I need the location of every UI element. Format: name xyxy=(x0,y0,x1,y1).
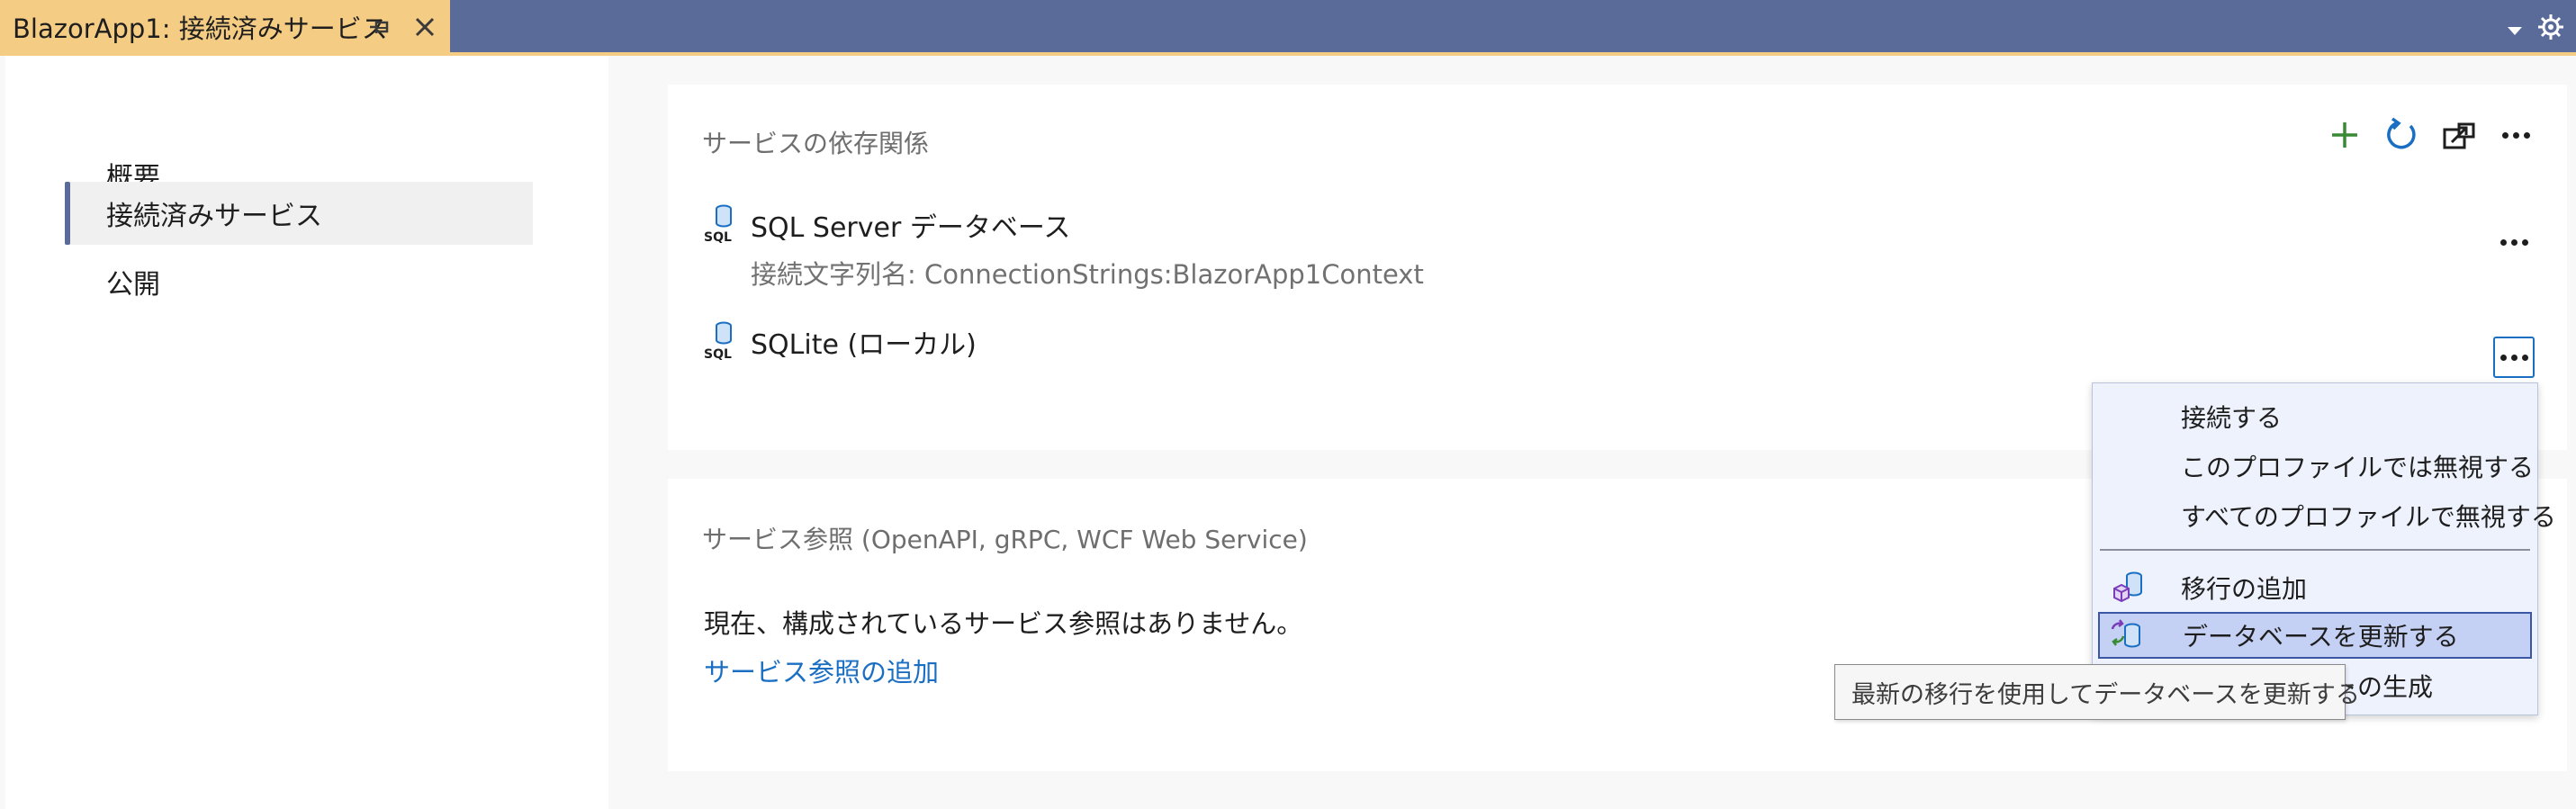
connection-string: 接続文字列名: ConnectionStrings:BlazorApp1Cont… xyxy=(751,259,1424,290)
more-icon xyxy=(2501,131,2530,139)
sql-database-icon: SQL xyxy=(704,204,732,245)
service-name: SQLite (ローカル) xyxy=(751,329,977,361)
more-options-button[interactable] xyxy=(2495,114,2536,156)
title-bar: BlazorApp1: 接続済みサービス xyxy=(0,0,2576,54)
sidebar-item-publish[interactable]: 公開 xyxy=(65,250,533,313)
add-migration-icon xyxy=(2113,571,2142,603)
more-icon xyxy=(2499,238,2528,246)
refresh-icon xyxy=(2387,117,2416,149)
menu-item-connect[interactable]: 接続する xyxy=(2098,393,2532,440)
more-icon xyxy=(2499,354,2528,361)
menu-item-ignore-all-profiles[interactable]: すべてのプロファイルで無視する xyxy=(2098,492,2556,539)
update-database-icon xyxy=(2111,619,2140,648)
menu-item-update-database[interactable]: データベースを更新する xyxy=(2098,612,2532,659)
tooltip: 最新の移行を使用してデータベースを更新する xyxy=(1834,664,2360,720)
service-name: SQL Server データベース xyxy=(751,212,1071,244)
svg-text:SQL: SQL xyxy=(704,230,732,245)
sidebar-item-label: 接続済みサービス xyxy=(106,201,322,232)
add-button[interactable] xyxy=(2325,115,2364,155)
tooltip-text: 最新の移行を使用してデータベースを更新する xyxy=(1851,680,2360,709)
service-more-button[interactable] xyxy=(2493,221,2535,263)
svg-text:SQL: SQL xyxy=(704,347,732,362)
sidebar-item-connected-services[interactable]: 接続済みサービス xyxy=(65,182,533,245)
document-tab[interactable]: BlazorApp1: 接続済みサービス xyxy=(0,0,450,54)
add-service-reference-link[interactable]: サービス参照の追加 xyxy=(704,652,939,689)
refresh-button[interactable] xyxy=(2382,115,2421,155)
tab-list-dropdown-icon[interactable] xyxy=(2504,20,2526,41)
menu-item-label: 移行の追加 xyxy=(2181,574,2308,604)
sidebar: 概要 接続済みサービス 公開 xyxy=(5,56,608,809)
menu-item-label: データベースを更新する xyxy=(2183,622,2459,652)
pin-icon[interactable] xyxy=(367,15,392,39)
close-icon[interactable] xyxy=(412,14,437,40)
add-icon xyxy=(2332,122,2357,148)
service-more-button[interactable] xyxy=(2493,337,2535,378)
menu-item-ignore-profile[interactable]: このプロファイルでは無視する xyxy=(2098,443,2535,490)
menu-item-label: 接続する xyxy=(2181,403,2283,433)
section-title: サービスの依存関係 xyxy=(702,129,930,158)
export-icon xyxy=(2443,122,2475,149)
empty-message: 現在、構成されているサービス参照はありません。 xyxy=(704,608,1303,639)
export-button[interactable] xyxy=(2439,115,2479,155)
gear-icon[interactable] xyxy=(2536,13,2565,41)
sql-database-icon: SQL xyxy=(704,321,732,362)
section-title: サービス参照 (OpenAPI, gRPC, WCF Web Service) xyxy=(702,525,1308,554)
menu-item-add-migration[interactable]: 移行の追加 xyxy=(2098,564,2532,611)
sidebar-item-label: 公開 xyxy=(106,269,160,301)
menu-separator xyxy=(2100,549,2530,551)
document-tab-title: BlazorApp1: 接続済みサービス xyxy=(13,13,388,44)
menu-item-label: このプロファイルでは無視する xyxy=(2181,453,2535,482)
menu-item-label: すべてのプロファイルで無視する xyxy=(2181,502,2556,532)
